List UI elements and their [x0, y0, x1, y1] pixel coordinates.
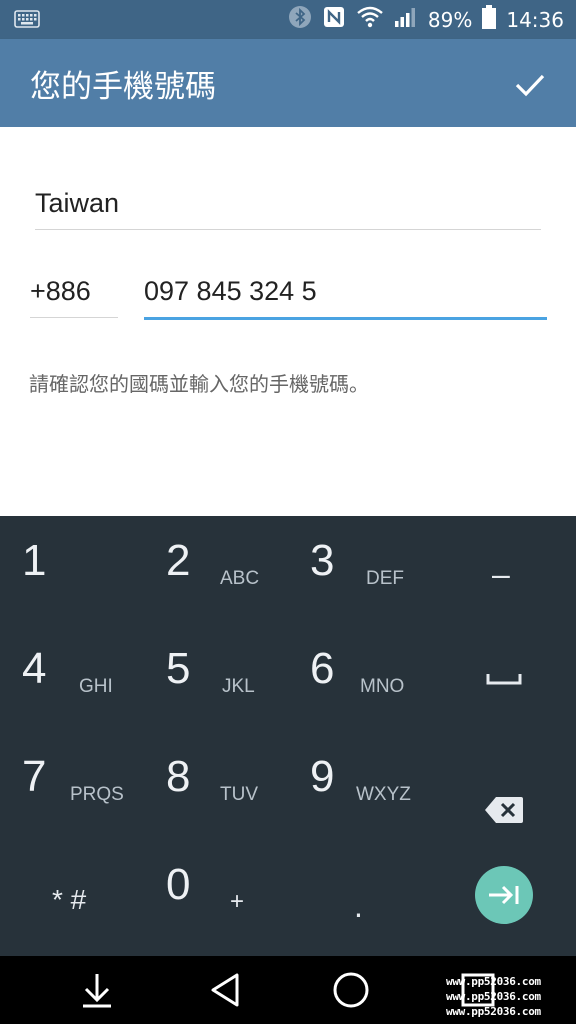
key-dot[interactable]: . — [288, 840, 432, 948]
key-letters: GHI — [79, 676, 113, 697]
key-4[interactable]: 4 GHI — [0, 624, 144, 732]
home-button[interactable] — [321, 966, 381, 1014]
key-letters: PRQS — [70, 784, 124, 805]
star-hash-symbol: * # — [52, 884, 87, 915]
nfc-icon — [322, 5, 346, 34]
backspace-icon — [485, 797, 523, 823]
key-letters: ABC — [220, 568, 260, 589]
country-selector[interactable]: Taiwan — [35, 186, 541, 230]
key-digit: 1 — [22, 536, 47, 585]
key-digit: 9 — [310, 752, 335, 801]
key-0[interactable]: 0 + — [144, 840, 288, 948]
key-digit: 3 — [310, 536, 335, 585]
keyboard-icon — [14, 10, 40, 32]
key-space[interactable] — [432, 624, 576, 732]
key-letters: DEF — [366, 568, 404, 589]
wifi-icon — [356, 6, 384, 33]
key-9[interactable]: 9 WXYZ — [288, 732, 432, 840]
home-icon — [333, 972, 369, 1008]
country-code-field[interactable]: +886 — [30, 276, 118, 318]
page-title: 您的手機號碼 — [30, 69, 216, 105]
hint-text: 請確認您的國碼並輸入您的手機號碼。 — [29, 372, 369, 396]
country-name: Taiwan — [35, 188, 120, 218]
key-digit: 2 — [166, 536, 191, 585]
bluetooth-icon — [288, 5, 312, 34]
watermark-line: www.pp52036.com — [446, 1005, 541, 1018]
key-digit: 4 — [22, 644, 47, 693]
status-bar: 89% 14:36 — [0, 0, 576, 39]
back-icon — [211, 973, 239, 1007]
dot-symbol: . — [354, 888, 363, 924]
check-icon — [515, 74, 545, 97]
watermark: www.pp52036.com www.pp52036.com www.pp52… — [446, 974, 574, 1019]
key-letters: TUV — [220, 784, 258, 805]
battery-percent: 89% — [427, 7, 473, 32]
key-2[interactable]: 2 ABC — [144, 516, 288, 624]
key-digit: 0 — [166, 860, 191, 909]
watermark-line: www.pp52036.com — [446, 990, 541, 1003]
key-5[interactable]: 5 JKL — [144, 624, 288, 732]
key-minus[interactable]: – — [432, 516, 576, 624]
tab-enter-icon — [489, 885, 519, 905]
status-icons: 89% 14:36 — [288, 0, 564, 39]
key-digit: 7 — [22, 752, 47, 801]
done-button[interactable] — [510, 65, 550, 105]
battery-icon — [482, 5, 497, 34]
key-digit: 8 — [166, 752, 191, 801]
toolbar: 您的手機號碼 — [0, 39, 576, 127]
hide-keyboard-button[interactable] — [67, 966, 127, 1014]
phone-number-value: 097 845 324 5 — [144, 276, 317, 306]
key-3[interactable]: 3 DEF — [288, 516, 432, 624]
key-7[interactable]: 7 PRQS — [0, 732, 144, 840]
key-star-hash[interactable]: * # — [0, 840, 144, 948]
key-letters: MNO — [360, 676, 405, 697]
watermark-line: www.pp52036.com — [446, 975, 541, 988]
country-code-value: +886 — [30, 276, 91, 306]
hide-keyboard-icon — [83, 974, 111, 1008]
key-backspace[interactable] — [432, 732, 576, 840]
key-digit: 5 — [166, 644, 191, 693]
key-letters: WXYZ — [356, 784, 411, 805]
back-button[interactable] — [195, 966, 255, 1014]
key-digit: 6 — [310, 644, 335, 693]
phone-number-field[interactable]: 097 845 324 5 — [144, 276, 547, 320]
key-letters: JKL — [222, 676, 255, 697]
status-time: 14:36 — [506, 7, 564, 32]
key-6[interactable]: 6 MNO — [288, 624, 432, 732]
key-8[interactable]: 8 TUV — [144, 732, 288, 840]
key-1[interactable]: 1 — [0, 516, 144, 624]
minus-symbol: – — [492, 556, 510, 592]
space-icon — [486, 674, 522, 685]
key-letters: + — [230, 888, 245, 915]
signal-icon — [394, 6, 418, 33]
enter-button[interactable] — [475, 866, 533, 924]
